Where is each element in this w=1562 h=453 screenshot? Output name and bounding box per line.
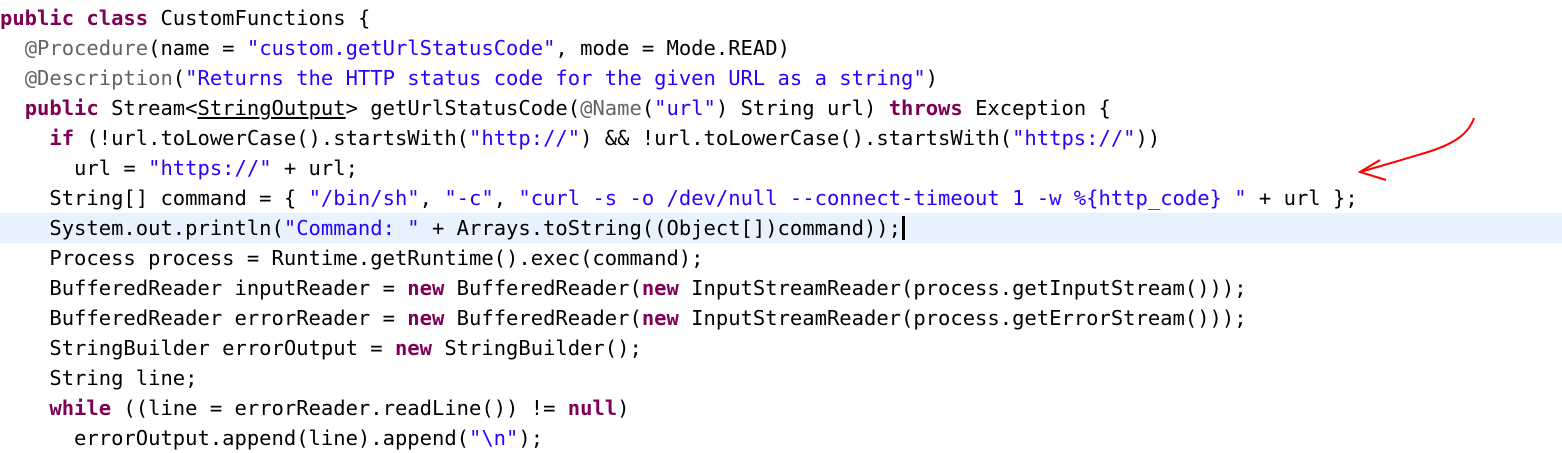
arrow-head xyxy=(1357,159,1387,181)
arrow-shaft xyxy=(1359,117,1475,173)
red-arrow-annotation xyxy=(1357,117,1475,181)
